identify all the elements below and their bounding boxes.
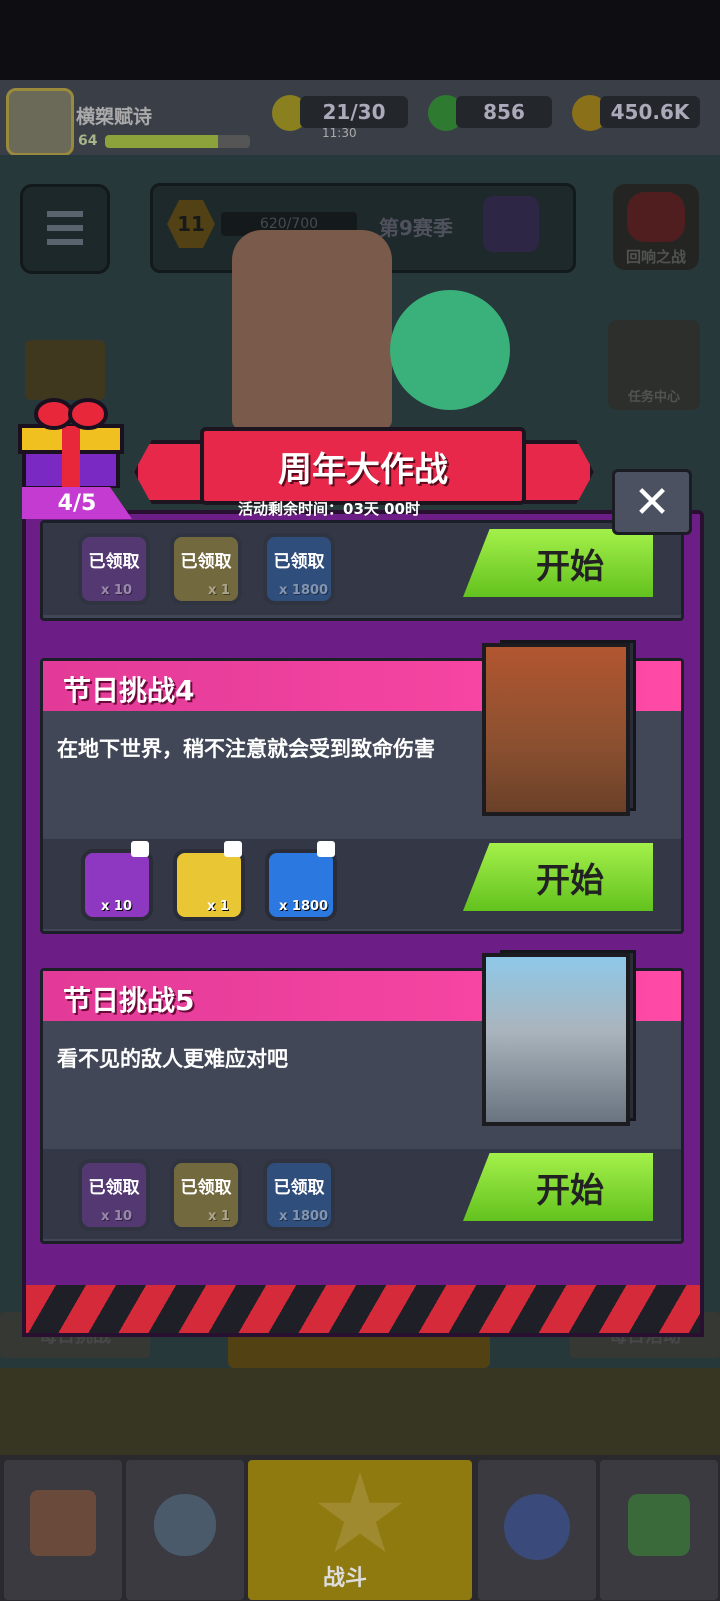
player-name: 横槊赋诗 [76, 106, 153, 128]
lock-icon [317, 841, 335, 857]
lock-icon [224, 841, 242, 857]
star-icon [317, 1472, 403, 1553]
challenge-desc: 看不见的敌人更难应对吧 [57, 1047, 288, 1071]
plant-monster-character [390, 290, 510, 410]
energy-counter: 21/30 [300, 96, 408, 128]
reward-count: x 10 [101, 1209, 133, 1224]
nav-shop[interactable] [4, 1460, 122, 1600]
challenge-desc: 在地下世界，稍不注意就会受到致命伤害 [57, 737, 435, 761]
player-level: 64 [78, 133, 98, 149]
reward-count: x 1800 [279, 899, 329, 914]
challenge-card-3: 已领取 x 10 已领取 x 1 已领取 x 1800 开始 [40, 520, 684, 621]
modal-stripe-footer [22, 1285, 704, 1337]
tree-monster-character [232, 230, 392, 430]
reward-count: x 10 [101, 899, 133, 914]
close-button[interactable]: ✕ [612, 469, 692, 535]
challenge-title: 节日挑战4 [63, 674, 195, 707]
event-timer: 活动剩余时间：03天 00时 [238, 500, 420, 518]
nav-evolve[interactable] [600, 1460, 718, 1600]
gem-value: 856 [483, 100, 525, 124]
start-button-4[interactable]: 开始 [463, 843, 653, 911]
claimed-label: 已领取 [88, 1178, 140, 1198]
gold-value: 450.6K [610, 100, 690, 124]
gold-counter: 450.6K [600, 96, 700, 128]
reward-count: x 10 [101, 583, 133, 598]
stage-thumbnail-4[interactable] [482, 643, 630, 816]
nav-equipment[interactable] [126, 1460, 244, 1600]
reward-count: x 1 [207, 899, 229, 914]
reward-count: x 1800 [279, 583, 329, 598]
claimed-label: 已领取 [273, 1178, 325, 1198]
player-avatar[interactable] [6, 88, 74, 156]
claimed-label: 已领取 [88, 552, 140, 572]
nav-battle-label: 战斗 [323, 1566, 368, 1591]
event-title: 周年大作战 [200, 427, 526, 505]
gem-counter: 856 [456, 96, 552, 128]
start-button-3[interactable]: 开始 [463, 529, 653, 597]
xp-bar [105, 135, 250, 148]
reward-count: x 1 [208, 583, 230, 598]
shop-icon [30, 1490, 96, 1556]
start-button-5[interactable]: 开始 [463, 1153, 653, 1221]
claimed-label: 已领取 [273, 552, 325, 572]
energy-timer: 11:30 [322, 126, 357, 140]
status-bar [0, 0, 720, 80]
close-icon: ✕ [633, 476, 671, 528]
gift-box-icon[interactable] [16, 392, 126, 490]
stage-thumbnail-5[interactable] [482, 953, 630, 1126]
lock-icon [131, 841, 149, 857]
dna-icon [628, 1494, 690, 1556]
reward-count: x 1800 [279, 1209, 329, 1224]
nav-talent[interactable] [478, 1460, 596, 1600]
orb-icon [504, 1494, 570, 1560]
xp-bar-fill [105, 135, 219, 148]
reward-count: x 1 [208, 1209, 230, 1224]
challenge-title: 节日挑战5 [63, 984, 195, 1017]
energy-value: 21/30 [322, 100, 386, 124]
claimed-label: 已领取 [180, 1178, 232, 1198]
claimed-label: 已领取 [180, 552, 232, 572]
shield-icon [154, 1494, 216, 1556]
